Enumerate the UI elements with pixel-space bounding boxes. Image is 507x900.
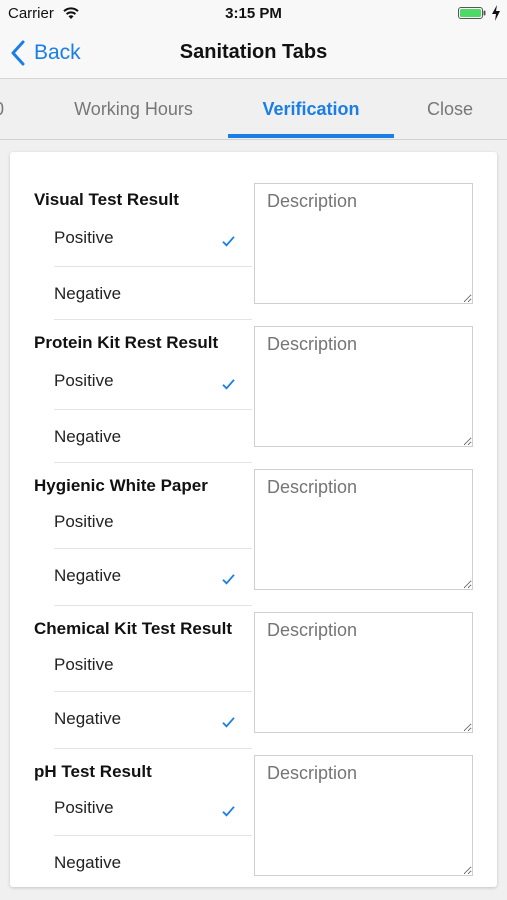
- option-label: Positive: [54, 512, 114, 531]
- tab-verification[interactable]: Verification: [228, 79, 394, 139]
- description-field[interactable]: [254, 612, 473, 733]
- section-visual-test: Visual Test Result Positive Negative: [10, 152, 497, 304]
- checkmark-icon: [222, 806, 235, 817]
- section-title: Hygienic White Paper: [34, 476, 208, 495]
- option-divider: [54, 748, 252, 749]
- option-divider: [54, 605, 252, 606]
- status-time: 3:15 PM: [225, 5, 282, 22]
- description-field[interactable]: [254, 755, 473, 876]
- status-bar: Carrier 3:15 PM: [0, 0, 507, 28]
- section-title: Protein Kit Rest Result: [34, 333, 219, 352]
- tab-previous-partial[interactable]: 0: [0, 79, 6, 139]
- navigation-bar: Back Sanitation Tabs: [0, 28, 507, 79]
- option-divider: [54, 319, 252, 320]
- option-label: Positive: [54, 228, 114, 247]
- option-label: Positive: [54, 798, 114, 817]
- option-divider: [54, 462, 252, 463]
- tab-close[interactable]: Close: [420, 79, 480, 139]
- verification-card: Visual Test Result Positive Negative Pro…: [10, 152, 497, 887]
- option-positive[interactable]: Positive: [54, 495, 252, 549]
- option-label: Positive: [54, 655, 114, 674]
- section-title: Chemical Kit Test Result: [34, 619, 233, 638]
- tab-bar: 0 Working Hours Verification Close: [0, 79, 507, 140]
- section-chemical-kit: Chemical Kit Test Result Positive Negati…: [10, 581, 497, 733]
- section-hygienic-white-paper: Hygienic White Paper Positive Negative: [10, 438, 497, 590]
- description-field[interactable]: [254, 183, 473, 304]
- section-title: Visual Test Result: [34, 190, 179, 209]
- section-title: pH Test Result: [34, 762, 152, 781]
- section-protein-kit: Protein Kit Rest Result Positive Negativ…: [10, 295, 497, 447]
- option-positive[interactable]: Positive: [54, 781, 252, 835]
- checkmark-icon: [222, 379, 235, 390]
- tab-working-hours[interactable]: Working Hours: [60, 79, 207, 139]
- description-field[interactable]: [254, 326, 473, 447]
- checkmark-icon: [222, 236, 235, 247]
- charging-icon: [492, 5, 500, 21]
- description-field[interactable]: [254, 469, 473, 590]
- page-title: Sanitation Tabs: [179, 41, 328, 63]
- option-negative[interactable]: Negative: [54, 836, 252, 890]
- section-ph-test: pH Test Result Positive Negative: [10, 724, 497, 876]
- active-tab-indicator: [228, 134, 394, 138]
- option-label: Negative: [54, 853, 122, 872]
- battery-icon: [458, 7, 486, 19]
- option-positive[interactable]: Positive: [54, 211, 252, 265]
- option-positive[interactable]: Positive: [54, 354, 252, 408]
- option-label: Positive: [54, 371, 114, 390]
- option-positive[interactable]: Positive: [54, 638, 252, 692]
